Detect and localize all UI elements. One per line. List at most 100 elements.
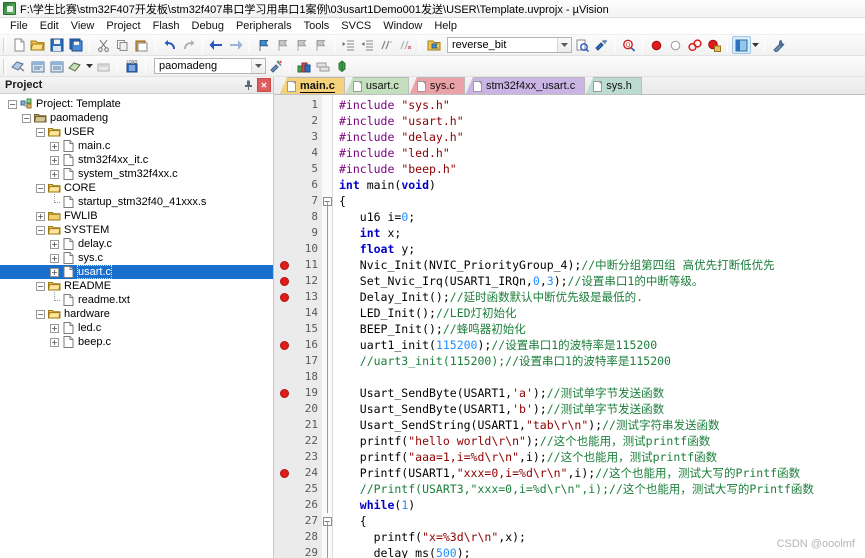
tree-item[interactable]: startup_stm32f40_41xxx.s <box>0 193 273 209</box>
load-icon[interactable]: LOAD <box>122 57 141 75</box>
breakpoint-marker-line-17[interactable] <box>274 353 295 369</box>
editor-tab-main-c[interactable]: main.c <box>280 77 345 94</box>
breakpoint-marker-line-28[interactable] <box>274 529 295 545</box>
expand-icon[interactable]: + <box>50 323 59 333</box>
expand-icon[interactable]: + <box>50 141 59 151</box>
build-settings-icon[interactable] <box>769 36 788 54</box>
breakpoint-marker-line-5[interactable] <box>274 161 295 177</box>
tree-item[interactable]: readme.txt <box>0 291 273 307</box>
breakpoint-marker-line-29[interactable] <box>274 545 295 558</box>
menu-item-edit[interactable]: Edit <box>34 19 65 33</box>
breakpoint-marker-line-9[interactable] <box>274 225 295 241</box>
redo-icon[interactable] <box>179 36 198 54</box>
stop-build-icon[interactable] <box>94 57 113 75</box>
menu-item-flash[interactable]: Flash <box>147 19 186 33</box>
chevron-down-icon[interactable] <box>251 59 265 73</box>
bookmark-go-icon[interactable] <box>424 36 443 54</box>
breakpoint-marker-line-23[interactable] <box>274 449 295 465</box>
fold-gutter[interactable]: − − <box>322 95 333 558</box>
collapse-icon[interactable]: − <box>36 183 45 193</box>
pack-installer-icon[interactable] <box>332 57 351 75</box>
tree-item[interactable]: + system_stm32f4xx.c <box>0 167 273 181</box>
tree-item[interactable]: + FWLIB <box>0 209 273 223</box>
tree-item[interactable]: + main.c <box>0 139 273 153</box>
project-tree[interactable]: − Project: Template − paomadeng − USER + main.c… <box>0 94 273 558</box>
editor-tab-sys-c[interactable]: sys.c <box>409 77 465 94</box>
comment-icon[interactable] <box>377 36 396 54</box>
open-file-icon[interactable] <box>28 36 47 54</box>
tree-item[interactable]: + beep.c <box>0 335 273 349</box>
editor-tab-sys-h[interactable]: sys.h <box>586 77 642 94</box>
navigate-back-icon[interactable] <box>207 36 226 54</box>
expand-icon[interactable]: + <box>50 155 59 165</box>
expand-icon[interactable]: + <box>50 337 59 347</box>
bookmark-clear-icon[interactable] <box>311 36 330 54</box>
tree-item[interactable]: + led.c <box>0 321 273 335</box>
breakpoint-dot[interactable] <box>280 260 289 270</box>
bookmark-toggle-icon[interactable] <box>254 36 273 54</box>
breakpoint-dot[interactable] <box>280 388 289 398</box>
menu-item-window[interactable]: Window <box>377 19 428 33</box>
menu-item-tools[interactable]: Tools <box>298 19 336 33</box>
new-file-icon[interactable] <box>9 36 28 54</box>
disable-breakpoint-icon[interactable] <box>666 36 685 54</box>
breakpoint-marker-line-3[interactable] <box>274 129 295 145</box>
rebuild-icon[interactable] <box>47 57 66 75</box>
tree-item[interactable]: − README <box>0 279 273 293</box>
breakpoint-marker-line-24[interactable] <box>274 465 295 481</box>
breakpoint-marker-line-2[interactable] <box>274 113 295 129</box>
breakpoint-gutter[interactable] <box>274 95 296 558</box>
collapse-icon[interactable]: − <box>8 99 17 109</box>
breakpoint-marker-line-26[interactable] <box>274 497 295 513</box>
tree-item[interactable]: − USER <box>0 125 273 139</box>
outdent-icon[interactable] <box>358 36 377 54</box>
breakpoint-marker-line-20[interactable] <box>274 401 295 417</box>
toolbar-grip[interactable] <box>3 58 6 74</box>
code-editor[interactable]: 1 2 3 4 5 6 7 8 9 10 11 12 13 14 15 16 17 18 19 20 21 22 23 24 2… <box>274 95 865 558</box>
target-combo[interactable]: paomadeng <box>154 58 266 74</box>
menu-item-project[interactable]: Project <box>100 19 146 33</box>
breakpoint-marker-line-7[interactable] <box>274 193 295 209</box>
batch-build-dropdown[interactable] <box>85 57 94 75</box>
fold-cell-line-7[interactable]: − <box>322 193 332 209</box>
target-options-icon[interactable] <box>266 57 285 75</box>
bookmark-prev-icon[interactable] <box>273 36 292 54</box>
breakpoint-marker-line-4[interactable] <box>274 145 295 161</box>
collapse-icon[interactable]: − <box>36 281 45 291</box>
tree-item[interactable]: + stm32f4xx_it.c <box>0 153 273 167</box>
save-all-icon[interactable] <box>66 36 85 54</box>
indent-icon[interactable] <box>339 36 358 54</box>
menu-item-svcs[interactable]: SVCS <box>335 19 377 33</box>
tree-item[interactable]: + delay.c <box>0 237 273 251</box>
menu-item-debug[interactable]: Debug <box>186 19 230 33</box>
menu-item-file[interactable]: File <box>4 19 34 33</box>
editor-tab-stm32f4xx-usart-c[interactable]: stm32f4xx_usart.c <box>465 77 586 94</box>
breakpoint-marker-line-19[interactable] <box>274 385 295 401</box>
breakpoint-marker-line-16[interactable] <box>274 337 295 353</box>
batch-build-icon[interactable] <box>66 57 85 75</box>
find-in-files-icon[interactable] <box>572 36 591 54</box>
breakpoint-marker-line-1[interactable] <box>274 97 295 113</box>
editor-tab-usart-c[interactable]: usart.c <box>345 77 409 94</box>
bookmark-next-icon[interactable] <box>292 36 311 54</box>
expand-icon[interactable]: + <box>50 169 59 179</box>
close-icon[interactable]: ✕ <box>257 78 271 92</box>
manage-project-items-icon[interactable] <box>294 57 313 75</box>
menu-item-view[interactable]: View <box>65 19 101 33</box>
kill-all-breakpoints-icon[interactable] <box>685 36 704 54</box>
collapse-icon[interactable]: − <box>22 113 31 123</box>
save-icon[interactable] <box>47 36 66 54</box>
tree-item[interactable]: − paomadeng <box>0 111 273 125</box>
tree-item[interactable]: − SYSTEM <box>0 223 273 237</box>
chevron-down-icon[interactable] <box>557 38 571 52</box>
breakpoint-marker-line-14[interactable] <box>274 305 295 321</box>
breakpoint-dot[interactable] <box>280 340 289 350</box>
breakpoint-marker-line-13[interactable] <box>274 289 295 305</box>
breakpoint-marker-line-6[interactable] <box>274 177 295 193</box>
copy-icon[interactable] <box>113 36 132 54</box>
breakpoint-dot[interactable] <box>280 468 289 478</box>
code-content[interactable]: #include "sys.h" #include "usart.h" #inclu… <box>333 95 865 558</box>
collapse-icon[interactable]: − <box>36 127 45 137</box>
expand-icon[interactable]: + <box>50 267 59 277</box>
breakpoint-marker-line-15[interactable] <box>274 321 295 337</box>
